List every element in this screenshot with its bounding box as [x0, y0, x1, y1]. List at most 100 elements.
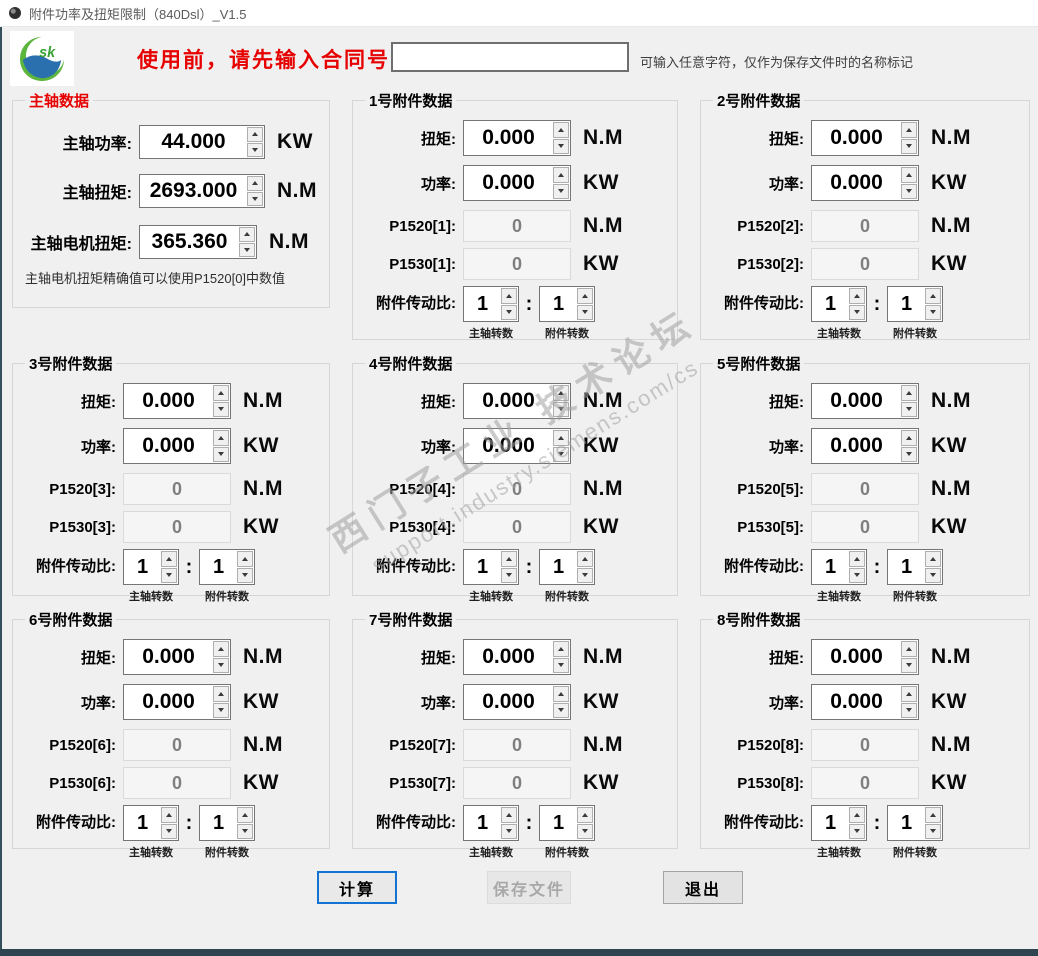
contract-number-input[interactable] — [391, 42, 629, 72]
spin-up-button[interactable] — [901, 122, 917, 138]
spin-down-button[interactable] — [213, 401, 229, 417]
spin-up-button[interactable] — [553, 385, 569, 401]
spin-down-button[interactable] — [553, 138, 569, 154]
accessory-turns-input[interactable]: 1 — [889, 288, 924, 320]
spin-up-button[interactable] — [849, 288, 865, 304]
spin-up-button[interactable] — [925, 288, 941, 304]
spin-down-button[interactable] — [901, 183, 917, 199]
spin-down-button[interactable] — [901, 138, 917, 154]
accessory-turns-input[interactable]: 1 — [541, 288, 576, 320]
spin-down-button[interactable] — [925, 567, 941, 583]
spin-up-button[interactable] — [553, 641, 569, 657]
torque-input[interactable]: 0.000 — [465, 641, 552, 673]
spin-up-button[interactable] — [247, 176, 263, 191]
spin-down-button[interactable] — [553, 446, 569, 462]
spindle-turns-input[interactable]: 1 — [125, 807, 160, 839]
spin-down-button[interactable] — [901, 401, 917, 417]
accessory-turns-input[interactable]: 1 — [201, 807, 236, 839]
spindle-turns-input[interactable]: 1 — [465, 551, 500, 583]
spin-up-button[interactable] — [849, 807, 865, 823]
torque-input[interactable]: 0.000 — [465, 385, 552, 417]
torque-input[interactable]: 0.000 — [813, 641, 900, 673]
spin-up-button[interactable] — [213, 385, 229, 401]
calculate-button[interactable]: 计算 — [317, 871, 397, 904]
accessory-turns-input[interactable]: 1 — [889, 807, 924, 839]
spin-up-button[interactable] — [577, 807, 593, 823]
spin-up-button[interactable] — [501, 288, 517, 304]
spin-down-button[interactable] — [901, 446, 917, 462]
spin-up-button[interactable] — [849, 551, 865, 567]
spin-down-button[interactable] — [849, 304, 865, 320]
spindle-torque-input[interactable]: 2693.000 — [141, 176, 246, 206]
spin-up-button[interactable] — [901, 167, 917, 183]
power-input[interactable]: 0.000 — [465, 430, 552, 462]
power-input[interactable]: 0.000 — [125, 686, 212, 718]
torque-input[interactable]: 0.000 — [125, 385, 212, 417]
spin-up-button[interactable] — [213, 430, 229, 446]
spin-up-button[interactable] — [237, 807, 253, 823]
spin-down-button[interactable] — [501, 567, 517, 583]
spin-up-button[interactable] — [901, 641, 917, 657]
spin-up-button[interactable] — [553, 167, 569, 183]
spin-up-button[interactable] — [213, 641, 229, 657]
spin-down-button[interactable] — [925, 823, 941, 839]
save-file-button[interactable]: 保存文件 — [487, 871, 571, 904]
power-input[interactable]: 0.000 — [813, 167, 900, 199]
power-input[interactable]: 0.000 — [465, 686, 552, 718]
power-input[interactable]: 0.000 — [465, 167, 552, 199]
spin-down-button[interactable] — [849, 567, 865, 583]
exit-button[interactable]: 退出 — [663, 871, 743, 904]
spin-down-button[interactable] — [239, 242, 255, 257]
spin-up-button[interactable] — [925, 807, 941, 823]
power-input[interactable]: 0.000 — [125, 430, 212, 462]
spin-up-button[interactable] — [901, 686, 917, 702]
spin-up-button[interactable] — [213, 686, 229, 702]
spin-down-button[interactable] — [577, 304, 593, 320]
spin-up-button[interactable] — [239, 227, 255, 242]
spindle-turns-input[interactable]: 1 — [813, 288, 848, 320]
spindle-turns-input[interactable]: 1 — [813, 807, 848, 839]
torque-input[interactable]: 0.000 — [465, 122, 552, 154]
spin-down-button[interactable] — [213, 702, 229, 718]
spindle-turns-input[interactable]: 1 — [465, 288, 500, 320]
accessory-turns-input[interactable]: 1 — [201, 551, 236, 583]
torque-input[interactable]: 0.000 — [813, 385, 900, 417]
accessory-turns-input[interactable]: 1 — [541, 807, 576, 839]
spin-up-button[interactable] — [501, 551, 517, 567]
spin-up-button[interactable] — [925, 551, 941, 567]
accessory-turns-input[interactable]: 1 — [889, 551, 924, 583]
spin-down-button[interactable] — [237, 567, 253, 583]
spin-down-button[interactable] — [901, 657, 917, 673]
spin-down-button[interactable] — [161, 567, 177, 583]
spin-down-button[interactable] — [925, 304, 941, 320]
spin-up-button[interactable] — [247, 127, 263, 142]
spin-down-button[interactable] — [553, 702, 569, 718]
spin-up-button[interactable] — [553, 430, 569, 446]
spindle-power-input[interactable]: 44.000 — [141, 127, 246, 157]
spin-down-button[interactable] — [247, 191, 263, 206]
torque-input[interactable]: 0.000 — [813, 122, 900, 154]
spin-down-button[interactable] — [901, 702, 917, 718]
spin-down-button[interactable] — [247, 142, 263, 157]
spin-up-button[interactable] — [577, 551, 593, 567]
power-input[interactable]: 0.000 — [813, 430, 900, 462]
spin-down-button[interactable] — [501, 823, 517, 839]
spin-up-button[interactable] — [553, 686, 569, 702]
spin-down-button[interactable] — [213, 657, 229, 673]
spin-down-button[interactable] — [161, 823, 177, 839]
spin-down-button[interactable] — [577, 823, 593, 839]
spin-down-button[interactable] — [849, 823, 865, 839]
spin-down-button[interactable] — [553, 183, 569, 199]
spin-down-button[interactable] — [577, 567, 593, 583]
spindle-turns-input[interactable]: 1 — [125, 551, 160, 583]
spin-up-button[interactable] — [901, 430, 917, 446]
spin-down-button[interactable] — [237, 823, 253, 839]
spin-up-button[interactable] — [161, 551, 177, 567]
spin-down-button[interactable] — [213, 446, 229, 462]
spin-up-button[interactable] — [501, 807, 517, 823]
spin-down-button[interactable] — [553, 657, 569, 673]
spin-up-button[interactable] — [237, 551, 253, 567]
spindle-turns-input[interactable]: 1 — [465, 807, 500, 839]
power-input[interactable]: 0.000 — [813, 686, 900, 718]
motor-torque-input[interactable]: 365.360 — [141, 227, 238, 257]
